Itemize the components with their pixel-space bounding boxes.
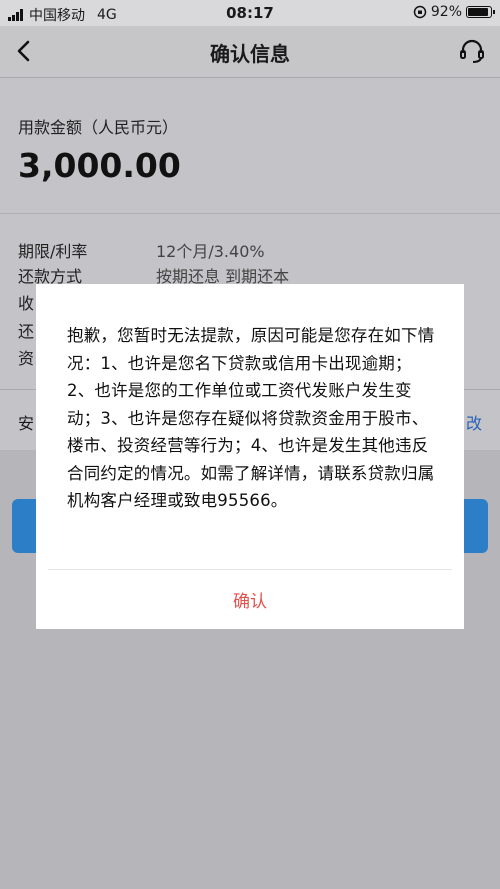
battery-percent: 92% (430, 4, 462, 20)
detail-value: 12个月/3.40% (156, 242, 265, 261)
status-right: 92% (413, 4, 495, 20)
edit-link[interactable]: 改 (466, 410, 482, 434)
status-bar: 中国移动 4G 08:17 92% (0, 0, 500, 26)
dialog-message: 抱歉，您暂时无法提款，原因可能是您存在如下情况：1、也许是您名下贷款或信用卡出现… (67, 326, 435, 510)
amount-label: 用款金额（人民币元） (18, 118, 179, 137)
battery-fill (468, 8, 489, 16)
headset-icon[interactable] (458, 37, 486, 65)
nav-bar: 确认信息 (0, 26, 500, 78)
security-label: 安 (18, 414, 35, 433)
page-title: 确认信息 (210, 42, 290, 66)
orientation-lock-icon (413, 5, 427, 19)
amount-card: 用款金额（人民币元） 3,000.00 (0, 90, 500, 214)
battery-icon (466, 6, 495, 18)
detail-label: 期限/利率 (18, 242, 88, 261)
amount-value: 3,000.00 (18, 146, 181, 185)
dialog-confirm-button[interactable]: 确认 (36, 570, 464, 629)
alert-dialog: 抱歉，您暂时无法提款，原因可能是您存在如下情况：1、也许是您名下贷款或信用卡出现… (36, 284, 464, 629)
